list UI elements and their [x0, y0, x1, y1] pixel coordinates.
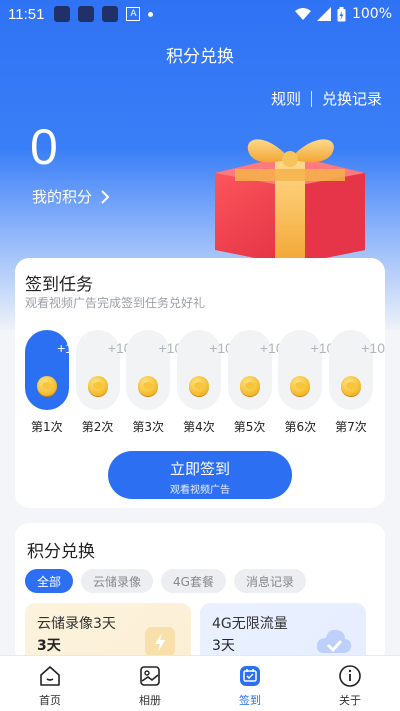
- exchange-item-name: 云储录像3天: [37, 616, 116, 632]
- notification-icon: [54, 6, 71, 22]
- coin-icon: [239, 376, 260, 396]
- signal-icon: [316, 7, 331, 21]
- checkin-day-label: 第7次: [335, 420, 367, 434]
- cloud-check-icon: [316, 629, 352, 653]
- battery-icon: [337, 6, 346, 21]
- tab-messages[interactable]: 消息记录: [233, 569, 306, 593]
- nav-home-label: 首页: [39, 694, 61, 707]
- tab-4g-package[interactable]: 4G套餐: [161, 569, 226, 593]
- coin-icon: [189, 376, 210, 396]
- checkin-subtitle: 观看视频广告完成签到任务兑好礼: [25, 296, 206, 310]
- bottom-nav: 首页 相册 签到 关于: [0, 655, 400, 711]
- my-points-link[interactable]: 我的积分: [32, 186, 110, 207]
- nav-about-label: 关于: [339, 694, 361, 707]
- coin-icon: [37, 376, 57, 396]
- my-points-label: 我的积分: [32, 188, 93, 206]
- points-value: 0: [30, 119, 58, 175]
- checkin-card: 签到任务 观看视频广告完成签到任务兑好礼 +10 第1次 +10 第2次 +10 第3次 +…: [15, 258, 385, 508]
- header-links: 规则 兑换记录: [271, 88, 382, 109]
- rules-link[interactable]: 规则: [271, 88, 301, 109]
- checkin-title: 签到任务: [25, 275, 93, 295]
- cloud-storage-icon: [145, 627, 175, 657]
- exchange-tabs: 全部 云储录像 4G套餐 消息记录: [25, 569, 306, 593]
- link-divider: [310, 90, 312, 107]
- wifi-icon: [294, 8, 311, 20]
- info-icon: [339, 665, 361, 687]
- checkin-day-pill: +10: [177, 330, 233, 410]
- checkin-day-label: 第4次: [183, 420, 215, 434]
- checkin-day: +10 第2次: [75, 330, 132, 435]
- status-time: 11:51: [8, 5, 45, 23]
- checkin-day-pill: +10: [75, 330, 132, 410]
- checkin-day-pill: +10: [25, 330, 81, 410]
- chevron-right-icon: [101, 189, 110, 204]
- notification-icon: [102, 6, 119, 22]
- coin-icon: [290, 376, 311, 396]
- page-title: 积分兑换: [166, 47, 234, 67]
- checkin-day-label: 第1次: [31, 420, 63, 434]
- exchange-item-cloud[interactable]: 云储录像3天 3天: [25, 603, 191, 663]
- checkin-day-pill: +10: [227, 330, 284, 410]
- exchange-item-duration: 3天: [212, 638, 235, 654]
- checkin-day-pill: +10: [329, 330, 385, 410]
- checkin-day: +10 第6次: [278, 330, 334, 435]
- gift-box-icon: [215, 139, 365, 265]
- battery-level: 100%: [351, 6, 392, 22]
- coin-icon: [138, 376, 159, 396]
- exchange-item-duration: 3天: [37, 638, 61, 654]
- checkin-days: +10 第1次 +10 第2次 +10 第3次 +10 第4次 +10 第5次 +10 第6次 +10 第…: [25, 330, 385, 435]
- more-notifications-icon: [148, 11, 154, 17]
- checkin-day-label: 第3次: [132, 420, 165, 434]
- text-notification-icon: A: [126, 7, 141, 21]
- checkin-day-label: 第5次: [233, 420, 266, 434]
- exchange-card: 积分兑换 全部 云储录像 4G套餐 消息记录 云储录像3天 3天 4G无限流量 …: [15, 523, 385, 663]
- tab-cloud-recording[interactable]: 云储录像: [81, 569, 154, 593]
- notification-icon: [78, 6, 95, 22]
- nav-checkin[interactable]: 签到: [200, 656, 300, 711]
- checkin-day-pill: +10: [126, 330, 182, 410]
- status-bar: 11:51 A 100%: [0, 0, 400, 28]
- checkin-day-pill: +10: [278, 330, 334, 410]
- home-icon: [40, 666, 60, 686]
- tab-all[interactable]: 全部: [25, 569, 74, 593]
- checkin-day-label: 第6次: [284, 420, 317, 434]
- checkin-day-reward: +10: [361, 340, 385, 356]
- nav-checkin-label: 签到: [239, 694, 261, 707]
- checkin-day: +10 第4次: [177, 330, 233, 435]
- checkin-button-label: 立即签到: [169, 460, 230, 478]
- nav-home[interactable]: 首页: [0, 656, 100, 711]
- nav-about[interactable]: 关于: [300, 656, 400, 711]
- exchange-title: 积分兑换: [27, 542, 95, 562]
- exchange-item-4g[interactable]: 4G无限流量 3天: [200, 603, 366, 663]
- coin-icon: [87, 376, 108, 396]
- nav-album[interactable]: 相册: [100, 656, 200, 711]
- checkin-button-sub: 观看视频广告: [170, 485, 230, 496]
- exchange-item-name: 4G无限流量: [212, 616, 288, 632]
- nav-album-label: 相册: [139, 694, 161, 707]
- coin-icon: [341, 376, 362, 396]
- checkin-button[interactable]: 立即签到 观看视频广告: [108, 451, 292, 499]
- album-icon: [140, 666, 160, 686]
- checkin-day-label: 第2次: [81, 420, 114, 434]
- checkin-icon: [240, 666, 260, 686]
- checkin-day: +10 第5次: [227, 330, 284, 435]
- checkin-day: +10 第3次: [126, 330, 182, 435]
- checkin-day: +10 第7次: [329, 330, 385, 435]
- history-link[interactable]: 兑换记录: [322, 88, 382, 109]
- checkin-day: +10 第1次: [25, 330, 81, 435]
